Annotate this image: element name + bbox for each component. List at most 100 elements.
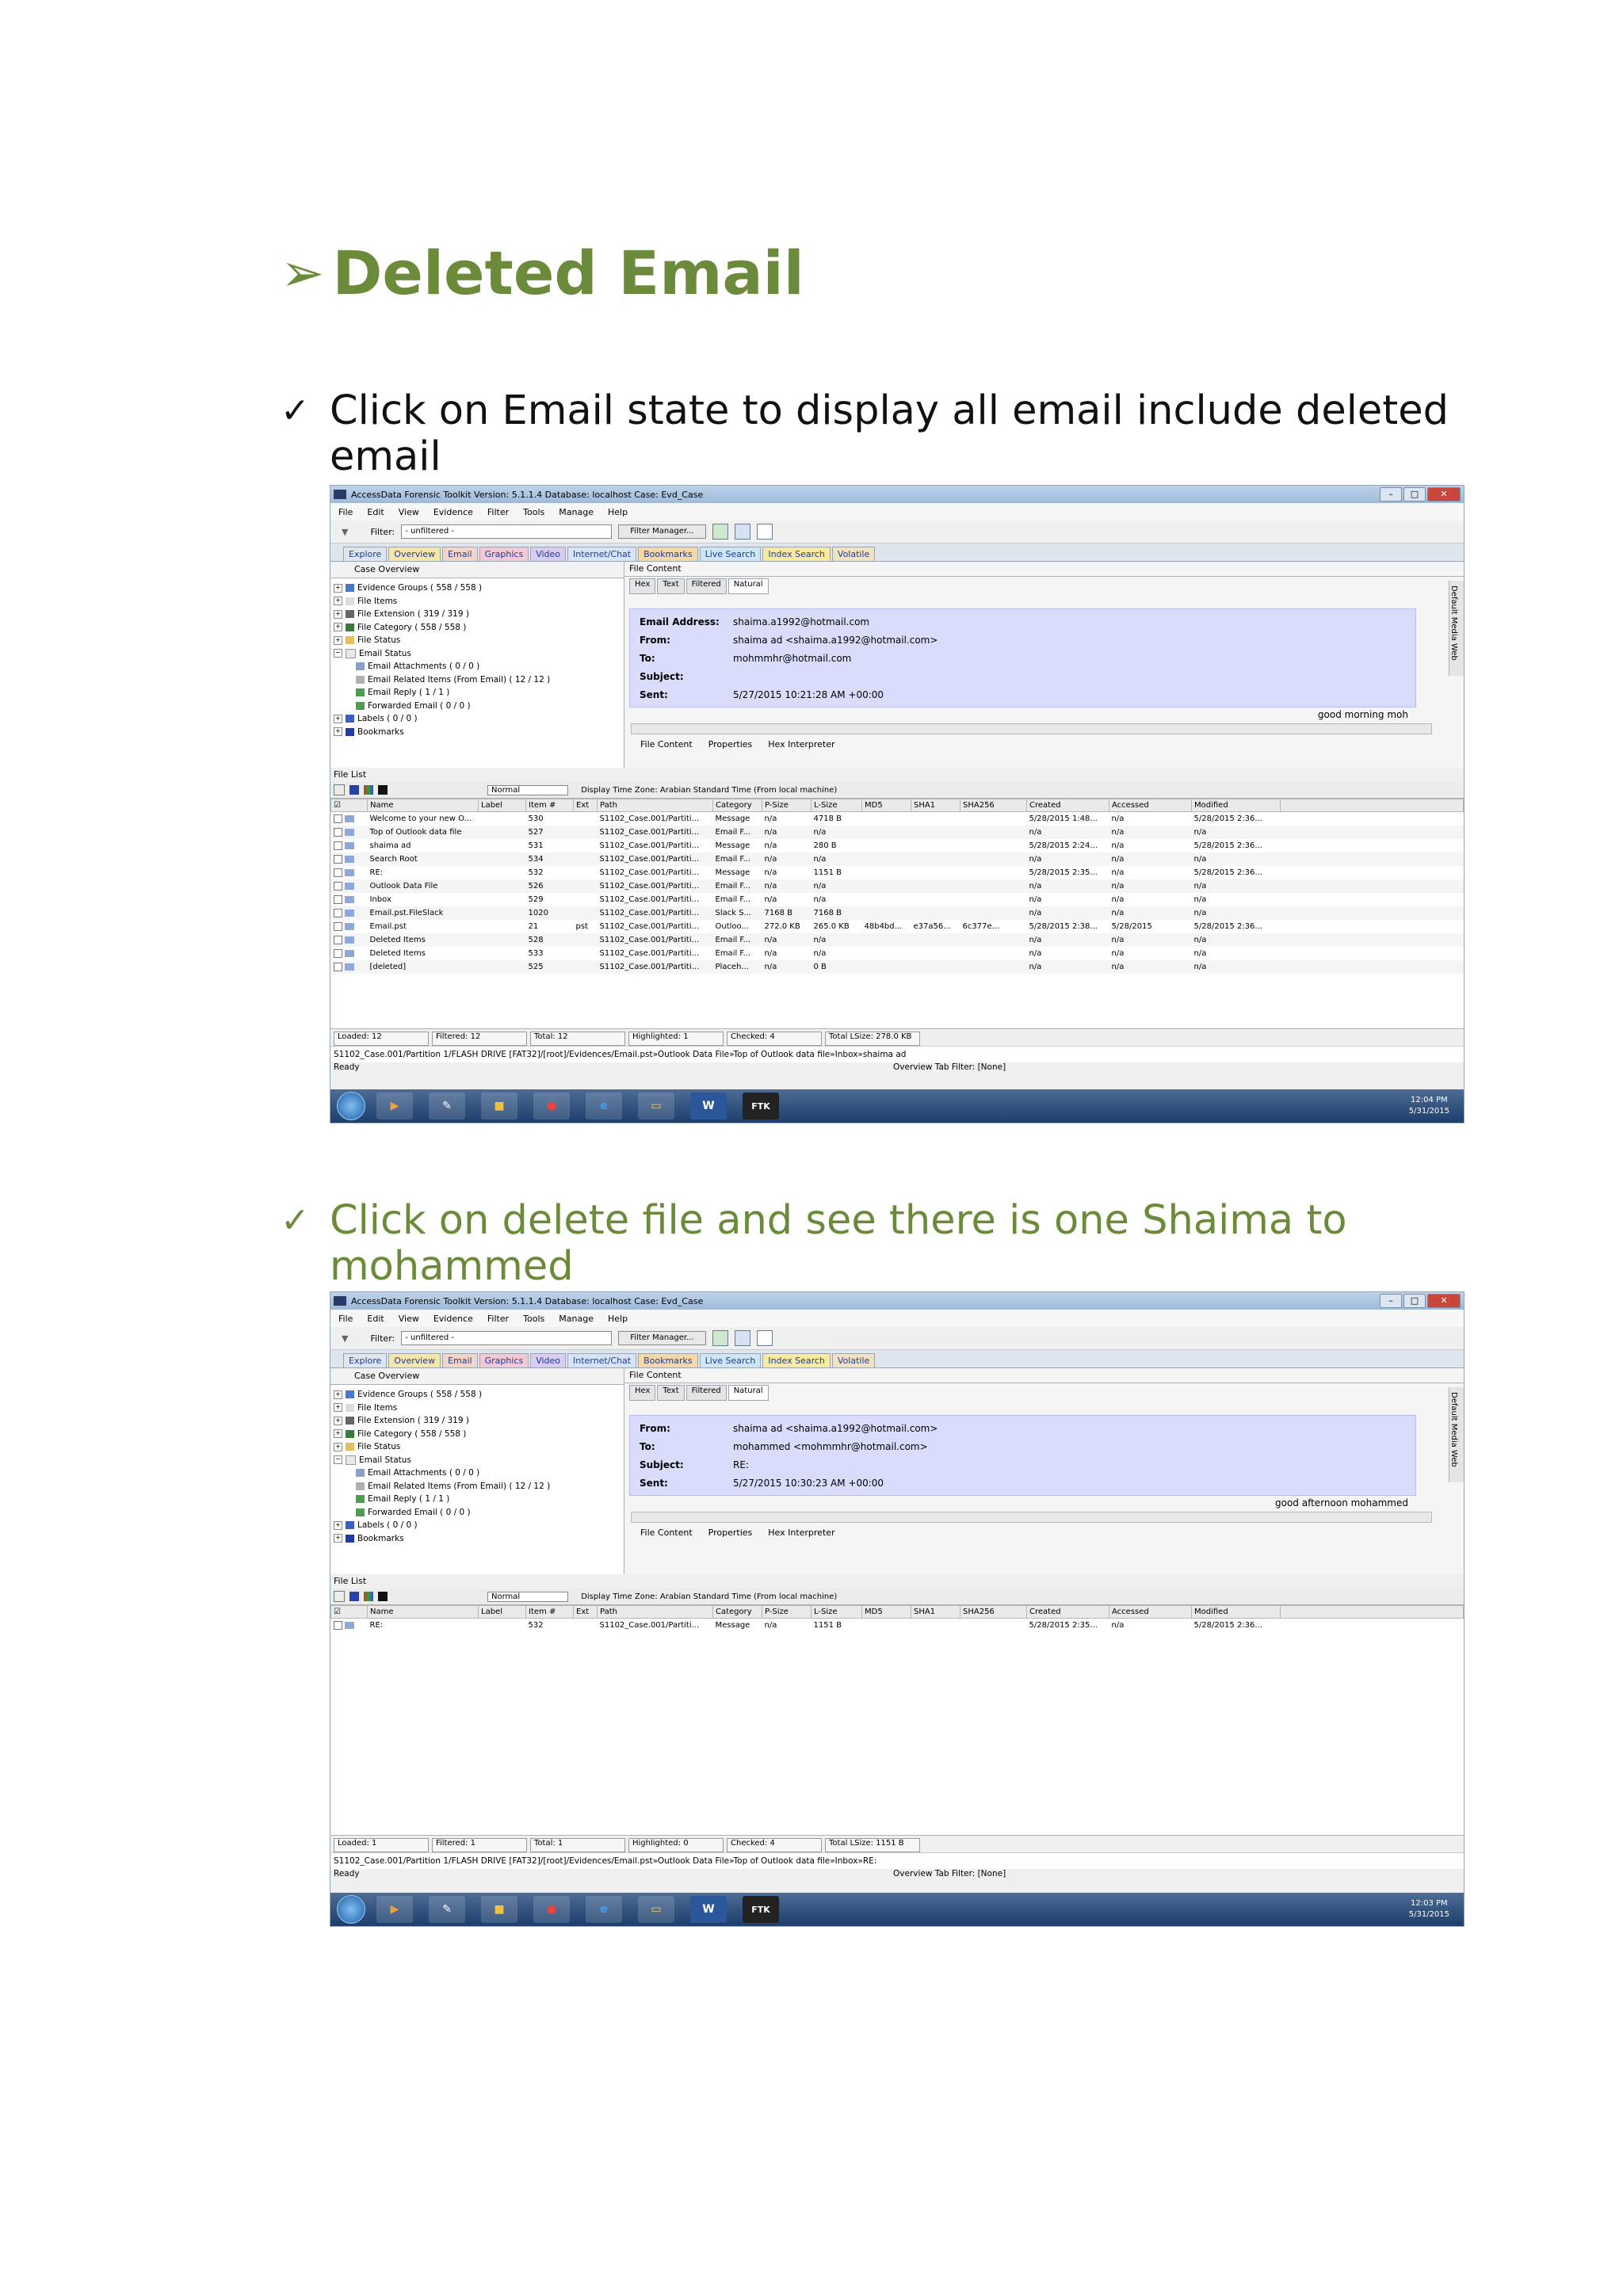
view-tab-hex[interactable]: Hex <box>629 578 656 594</box>
tree-item[interactable]: Forwarded Email ( 0 / 0 ) <box>334 1506 621 1520</box>
menu-help[interactable]: Help <box>608 507 628 517</box>
row-checkbox[interactable] <box>331 920 368 933</box>
move-icon[interactable] <box>734 1330 750 1346</box>
tree-item[interactable]: Email Attachments ( 0 / 0 ) <box>334 660 621 673</box>
menu-help[interactable]: Help <box>608 1314 628 1324</box>
table-row[interactable]: Deleted Items 533 S1102_Case.001/Partiti..… <box>331 947 1464 960</box>
horizontal-scrollbar[interactable] <box>631 723 1432 734</box>
row-checkbox[interactable] <box>330 933 368 947</box>
paint-icon[interactable]: ✎ <box>429 1093 465 1119</box>
row-checkbox[interactable] <box>331 839 368 852</box>
menu-edit[interactable]: Edit <box>367 507 384 517</box>
word-icon[interactable]: W <box>690 1896 727 1923</box>
menu-evidence[interactable]: Evidence <box>433 507 473 517</box>
tab-bookmarks[interactable]: Bookmarks <box>638 547 698 561</box>
tree-item[interactable]: + File Extension ( 319 / 319 ) <box>334 608 621 621</box>
side-tab[interactable]: Default Media Web <box>1449 581 1464 676</box>
col-select[interactable]: ☑ <box>330 799 368 812</box>
media-player-icon[interactable]: ▶ <box>376 1896 413 1923</box>
tab-hex-interpreter[interactable]: Hex Interpreter <box>768 1527 834 1538</box>
tree-item[interactable]: + File Extension ( 319 / 319 ) <box>334 1414 621 1428</box>
col-md5[interactable]: MD5 <box>861 799 911 812</box>
row-checkbox[interactable] <box>331 1619 368 1633</box>
row-checkbox[interactable] <box>331 893 368 906</box>
internet-explorer-icon[interactable]: e <box>586 1896 622 1923</box>
tree-item[interactable]: Email Attachments ( 0 / 0 ) <box>334 1466 621 1480</box>
tab-graphics[interactable]: Graphics <box>479 1353 529 1367</box>
table-row[interactable]: Welcome to your new O... 530 S1102_Case.00… <box>331 812 1464 826</box>
tab-overview[interactable]: Overview <box>388 1353 441 1367</box>
tree-item[interactable]: + File Items <box>334 595 621 608</box>
file-explorer-icon[interactable]: ▭ <box>638 1093 674 1119</box>
tree-item[interactable]: + Labels ( 0 / 0 ) <box>334 1519 621 1532</box>
col-lsize[interactable]: L-Size <box>811 799 862 812</box>
tree-item[interactable]: Forwarded Email ( 0 / 0 ) <box>334 700 621 713</box>
black-color-icon[interactable] <box>378 785 388 795</box>
tab-overview[interactable]: Overview <box>388 547 441 561</box>
col-modified[interactable]: Modified <box>1191 799 1281 812</box>
col-accessed[interactable]: Accessed <box>1109 1605 1192 1619</box>
paint-icon[interactable]: ✎ <box>429 1896 465 1923</box>
tree-item[interactable]: − Email Status <box>334 1454 621 1467</box>
filter-select[interactable]: - unfiltered - <box>401 1331 613 1345</box>
col-modified[interactable]: Modified <box>1191 1605 1281 1619</box>
filter-select[interactable]: - unfiltered - <box>401 524 613 539</box>
color-icon[interactable] <box>364 1592 373 1601</box>
ftk-taskbar-icon[interactable]: FTK <box>743 1093 779 1119</box>
tree-item[interactable]: Email Related Items (From Email) ( 12 / … <box>334 673 621 687</box>
row-checkbox[interactable] <box>331 866 368 879</box>
file-explorer-icon[interactable]: ▭ <box>638 1896 674 1923</box>
menu-tools[interactable]: Tools <box>523 507 544 517</box>
color-icon[interactable] <box>364 785 373 795</box>
col-sha256[interactable]: SHA256 <box>960 1605 1027 1619</box>
tree-item[interactable]: + File Category ( 558 / 558 ) <box>334 621 621 635</box>
maximize-button[interactable]: □ <box>1403 1294 1426 1308</box>
tab-file-content[interactable]: File Content <box>640 1527 693 1538</box>
case-overview-tab[interactable]: Case Overview <box>330 562 624 578</box>
menu-file[interactable]: File <box>338 507 353 517</box>
col-accessed[interactable]: Accessed <box>1109 799 1192 812</box>
tab-live-search[interactable]: Live Search <box>699 547 762 561</box>
minimize-button[interactable]: – <box>1380 487 1402 502</box>
tree-item[interactable]: + File Items <box>334 1402 621 1415</box>
table-row[interactable]: Email.pst.FileSlack 1020 S1102_Case.001/Pa… <box>330 906 1464 920</box>
row-checkbox[interactable] <box>330 906 368 920</box>
chrome-icon[interactable]: ● <box>533 1896 570 1923</box>
menu-view[interactable]: View <box>399 507 419 517</box>
tab-explore[interactable]: Explore <box>343 547 388 561</box>
tab-live-search[interactable]: Live Search <box>699 1353 762 1367</box>
row-checkbox[interactable] <box>330 879 368 893</box>
tab-volatile[interactable]: Volatile <box>831 547 876 561</box>
row-checkbox[interactable] <box>331 812 368 826</box>
table-row[interactable]: Inbox 529 S1102_Case.001/Partiti... Email F… <box>331 893 1464 906</box>
tree-item[interactable]: + Labels ( 0 / 0 ) <box>334 712 621 726</box>
tree-item[interactable]: − Email Status <box>334 647 621 661</box>
folder-app-icon[interactable]: ■ <box>481 1093 517 1119</box>
tab-email[interactable]: Email <box>442 1353 478 1367</box>
tree-item[interactable]: + Evidence Groups ( 558 / 558 ) <box>334 582 621 595</box>
col-created[interactable]: Created <box>1026 799 1109 812</box>
tab-graphics[interactable]: Graphics <box>479 547 529 561</box>
tab-hex-interpreter[interactable]: Hex Interpreter <box>768 739 834 749</box>
tab-volatile[interactable]: Volatile <box>831 1353 876 1367</box>
tree-item[interactable]: + File Status <box>334 634 621 647</box>
col-label[interactable]: Label <box>478 799 526 812</box>
black-color-icon[interactable] <box>378 1592 388 1601</box>
col-ext[interactable]: Ext <box>573 799 598 812</box>
filter-manager-button[interactable]: Filter Manager... <box>618 524 706 539</box>
table-row[interactable]: Top of Outlook data file 527 S1102_Case.00… <box>330 826 1464 839</box>
tab-video[interactable]: Video <box>530 1353 567 1367</box>
menu-manage[interactable]: Manage <box>559 1314 594 1324</box>
row-checkbox[interactable] <box>330 852 368 866</box>
view-mode-select[interactable]: Normal <box>487 1591 569 1602</box>
view-tab-hex[interactable]: Hex <box>629 1385 656 1401</box>
col-psize[interactable]: P-Size <box>762 1605 812 1619</box>
col-sha1[interactable]: SHA1 <box>911 799 960 812</box>
tab-video[interactable]: Video <box>530 547 567 561</box>
tree-item[interactable]: + Bookmarks <box>334 726 621 739</box>
tab-properties[interactable]: Properties <box>708 739 753 749</box>
col-label[interactable]: Label <box>478 1605 526 1619</box>
tab-email[interactable]: Email <box>442 547 478 561</box>
folder-app-icon[interactable]: ■ <box>481 1896 517 1923</box>
col-lsize[interactable]: L-Size <box>811 1605 862 1619</box>
